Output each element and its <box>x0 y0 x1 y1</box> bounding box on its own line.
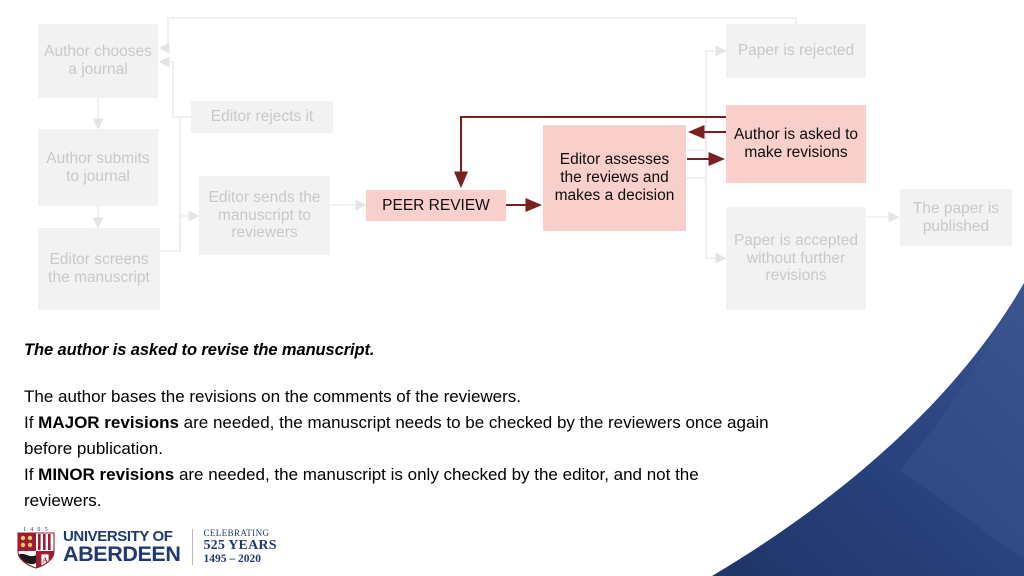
wordmark-line-2: ABERDEEN <box>63 541 181 566</box>
paragraph-line: reviewers. <box>24 488 884 514</box>
plain-text: are needed, the manuscript is only check… <box>174 465 699 484</box>
peer-review-flowchart: Author chooses a journal Author submits … <box>0 0 1024 330</box>
node-label: Author is asked to make revisions <box>733 126 859 161</box>
node-peer-review[interactable]: PEER REVIEW <box>366 190 506 221</box>
emphasis-text: MAJOR revisions <box>38 413 179 432</box>
node-editor-rejects-it[interactable]: Editor rejects it <box>191 101 333 133</box>
node-editor-sends-manuscript[interactable]: Editor sends the manuscript to reviewers <box>199 176 330 255</box>
anniversary-line-2: 525 YEARS <box>203 537 277 553</box>
node-label: Author submits to journal <box>46 149 150 185</box>
plain-text: If <box>24 465 39 484</box>
paragraph-line: before publication. <box>24 436 884 462</box>
anniversary-line-3: 1495 – 2020 <box>203 553 261 566</box>
node-paper-published[interactable]: The paper is published <box>900 189 1012 246</box>
slide-canvas: Author chooses a journal Author submits … <box>0 0 1024 576</box>
svg-text:1 4 9 5: 1 4 9 5 <box>23 526 49 533</box>
lead-statement: The author is asked to revise the manusc… <box>24 341 375 359</box>
anniversary-line-1: CELEBRATING <box>203 527 270 538</box>
node-editor-assesses-reviews[interactable]: Editor assesses the reviews and makes a … <box>543 125 686 231</box>
node-label: Author chooses a journal <box>44 43 152 78</box>
explanatory-paragraph: The author bases the revisions on the co… <box>24 384 884 514</box>
plain-text: are needed, the manuscript needs to be c… <box>178 413 769 432</box>
aberdeen-crest-icon: 1 4 9 5 A <box>17 526 55 569</box>
node-author-chooses-journal[interactable]: Author chooses a journal <box>38 24 158 98</box>
emphasis-text: MINOR revisions <box>38 465 175 484</box>
node-paper-accepted[interactable]: Paper is accepted without further revisi… <box>726 207 866 310</box>
logo-divider <box>192 529 194 565</box>
node-label: PEER REVIEW <box>382 196 490 214</box>
university-of-aberdeen-logo: 1 4 9 5 A UNIVERSITY OF ABERDEEN CELEBRA… <box>14 524 277 570</box>
node-label: Editor assesses the reviews and makes a … <box>554 151 675 204</box>
node-author-submits-journal[interactable]: Author submits to journal <box>38 129 158 206</box>
plain-text: The author bases the revisions on the co… <box>24 387 522 406</box>
slide-body-text: The author is asked to revise the manusc… <box>24 341 884 514</box>
paragraph-line: If MINOR revisions are needed, the manus… <box>24 462 884 488</box>
node-label: Paper is accepted without further revisi… <box>733 231 859 285</box>
university-wordmark: UNIVERSITY OF ABERDEEN <box>63 529 181 566</box>
node-label: The paper is published <box>912 199 1000 235</box>
plain-text: If <box>24 413 39 432</box>
plain-text: reviewers. <box>24 491 102 510</box>
plain-text: before publication. <box>24 439 163 458</box>
node-label: Paper is rejected <box>737 42 855 60</box>
node-author-asked-revisions[interactable]: Author is asked to make revisions <box>726 105 866 183</box>
paragraph-line: The author bases the revisions on the co… <box>24 384 884 410</box>
anniversary-mark: CELEBRATING 525 YEARS 1495 – 2020 <box>203 528 276 567</box>
node-label: Editor rejects it <box>210 108 314 126</box>
node-editor-screens-manuscript[interactable]: Editor screens the manuscript <box>38 228 160 310</box>
paragraph-line: If MAJOR revisions are needed, the manus… <box>24 410 884 436</box>
node-paper-is-rejected[interactable]: Paper is rejected <box>726 24 866 78</box>
node-label: Editor sends the manuscript to reviewers <box>208 188 321 242</box>
node-label: Editor screens the manuscript <box>48 251 150 286</box>
